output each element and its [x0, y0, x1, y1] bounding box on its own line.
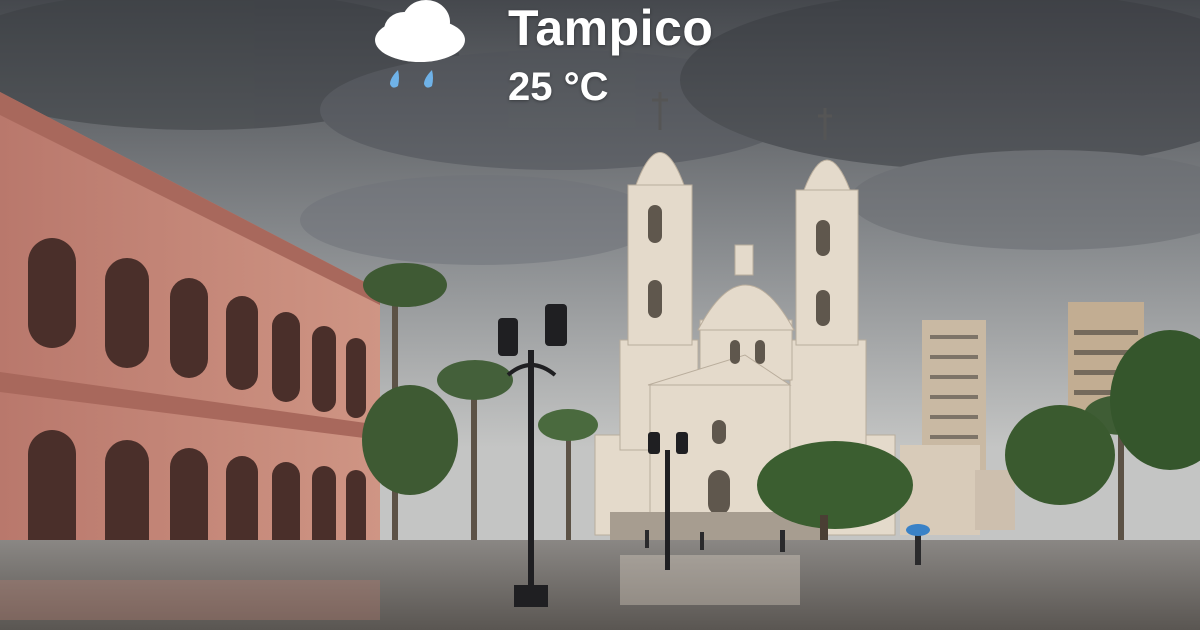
weather-card: Tampico 25 °C — [0, 0, 1200, 630]
rain-cloud-icon — [375, 0, 465, 88]
temperature: 25 °C — [508, 65, 609, 109]
weather-overlay: Tampico 25 °C — [370, 0, 790, 120]
city-name: Tampico — [508, 0, 714, 56]
